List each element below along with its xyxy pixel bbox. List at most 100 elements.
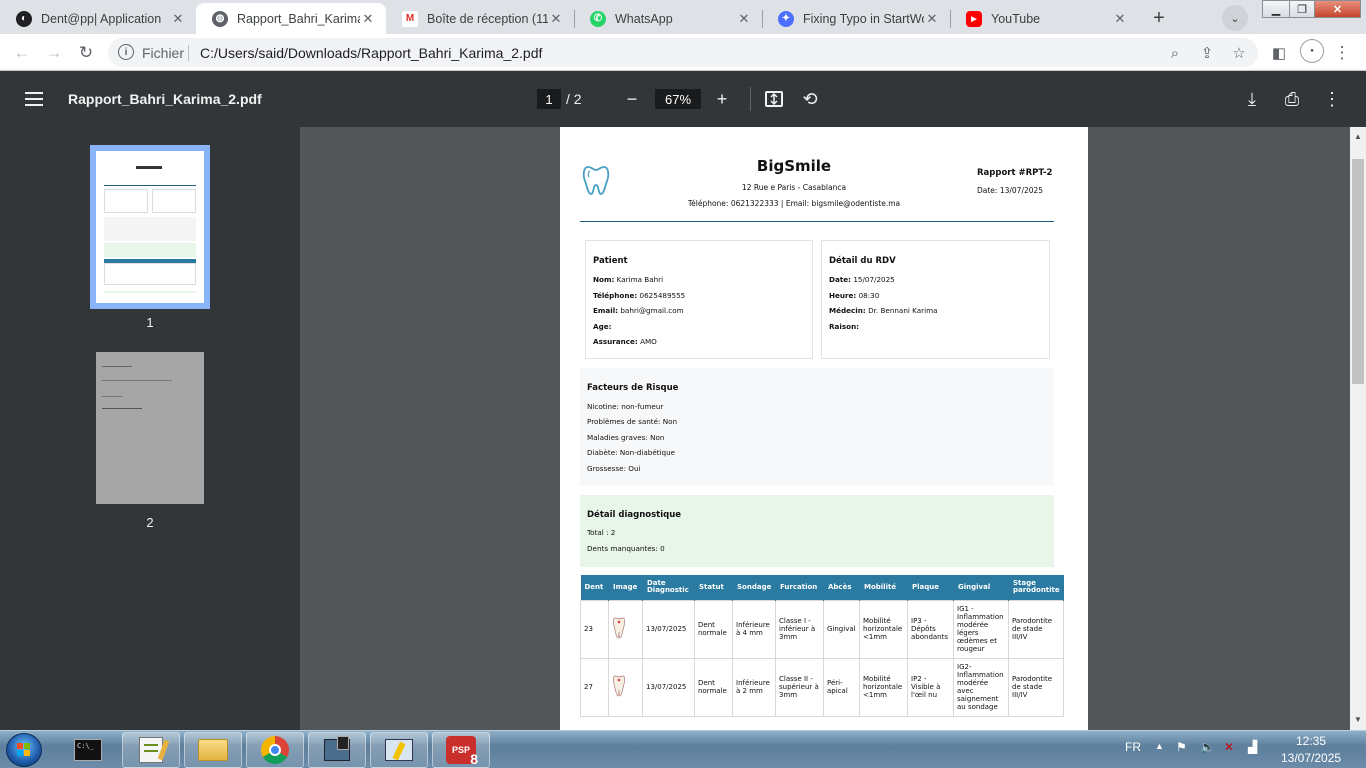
tab-gmail[interactable]: M Boîte de réception (114 ✕ — [386, 3, 574, 34]
clinic-contact: Téléphone: 0621322333 | Email: bigsmile@… — [687, 199, 901, 208]
side-panel-icon[interactable]: ◧ — [1267, 41, 1291, 65]
column-header: Abcès — [823, 575, 860, 600]
url-scheme-label: Fichier — [142, 45, 185, 61]
header-divider — [580, 221, 1054, 222]
thumbnail-sidebar: 1 2 — [0, 127, 300, 730]
appointment-card: Détail du RDV Date: 15/07/2025 Heure: 08… — [821, 240, 1050, 359]
close-icon[interactable]: ✕ — [170, 11, 186, 27]
gmail-icon: M — [402, 10, 418, 27]
notepad-plus-icon[interactable] — [122, 732, 180, 768]
reload-icon[interactable]: ↻ — [74, 41, 98, 65]
network-disconnected-icon[interactable]: ✕ — [1224, 740, 1234, 754]
cell-mobility: Mobilité horizontale <1mm — [859, 657, 908, 717]
panel-title: Détail diagnostique — [587, 510, 682, 520]
diagnostic-table: Dent Image Date Diagnostic Statut Sondag… — [580, 575, 1064, 717]
cell-furcation: Classe II - supérieur à 3mm — [775, 657, 824, 717]
file-explorer-icon[interactable] — [184, 732, 242, 768]
fit-page-icon[interactable] — [762, 87, 786, 111]
remote-connection-icon[interactable] — [370, 732, 428, 768]
column-header: Statut — [694, 575, 733, 600]
column-header: Mobilité — [859, 575, 908, 600]
more-options-icon[interactable]: ⋮ — [1320, 87, 1344, 111]
diagnostic-panel: Détail diagnostique Total : 2 Dents manq… — [580, 495, 1054, 567]
download-icon[interactable]: ⤓ — [1240, 87, 1264, 111]
cell-probing: Inférieure à 4 mm — [732, 599, 776, 659]
address-bar[interactable]: i Fichier C:/Users/said/Downloads/Rappor… — [108, 38, 1258, 67]
cell-probing: Inférieure à 2 mm — [732, 657, 776, 717]
cell-dent: 27 — [580, 657, 609, 717]
hamburger-menu-icon[interactable] — [22, 87, 46, 111]
forward-icon[interactable]: → — [42, 41, 66, 65]
column-header: Date Diagnostic — [642, 575, 695, 600]
new-tab-button[interactable]: + — [1146, 5, 1172, 31]
volume-icon[interactable]: 🔈 — [1200, 740, 1215, 754]
chrome-icon[interactable] — [246, 732, 304, 768]
card-title: Détail du RDV — [829, 256, 896, 266]
tab-whatsapp[interactable]: ✆ WhatsApp ✕ — [574, 3, 762, 34]
scroll-up-icon[interactable]: ▲ — [1350, 129, 1366, 143]
bookmark-star-icon[interactable]: ☆ — [1230, 44, 1248, 62]
omnibox-divider — [188, 45, 189, 61]
pdf-viewport: BigSmile 12 Rue e Paris - Casablanca Tél… — [300, 127, 1350, 730]
url-text[interactable]: C:/Users/said/Downloads/Rapport_Bahri_Ka… — [200, 45, 542, 61]
cmd-icon[interactable]: C:\_ — [68, 735, 108, 765]
zoom-input[interactable]: 67% — [655, 89, 701, 109]
network-tool-icon[interactable] — [308, 732, 366, 768]
column-header: Furcation — [775, 575, 824, 600]
language-indicator[interactable]: FR — [1125, 740, 1141, 754]
risk-factors-panel: Facteurs de Risque Nicotine: non-fumeur … — [580, 368, 1054, 486]
avatar[interactable]: ● — [1300, 39, 1324, 63]
page-thumbnail-1[interactable] — [96, 151, 204, 303]
close-icon[interactable]: ✕ — [548, 11, 564, 27]
close-icon[interactable]: ✕ — [736, 11, 752, 27]
scrollbar-thumb[interactable] — [1352, 159, 1364, 384]
zoom-out-icon[interactable]: − — [620, 87, 644, 111]
close-window-button[interactable]: ✕ — [1314, 0, 1361, 18]
page-number-input[interactable]: 1 — [537, 89, 561, 109]
rdv-date-field: Date: 15/07/2025 — [829, 275, 895, 284]
maximize-button[interactable]: ❐ — [1289, 0, 1315, 18]
start-button[interactable] — [6, 733, 42, 767]
toolbar-divider — [750, 87, 751, 111]
column-header: Stage parodontite — [1008, 575, 1064, 600]
action-center-icon[interactable]: ⚑ — [1176, 740, 1187, 754]
print-icon[interactable]: ⎙ — [1280, 87, 1304, 111]
close-icon[interactable]: ✕ — [1112, 11, 1128, 27]
cell-date: 13/07/2025 — [642, 599, 695, 659]
menu-kebab-icon[interactable]: ⋮ — [1330, 41, 1354, 65]
close-icon[interactable]: ✕ — [360, 11, 376, 27]
scroll-down-icon[interactable]: ▼ — [1350, 712, 1366, 726]
clock-time[interactable]: 12:35 — [1296, 734, 1326, 748]
page-thumbnail-2[interactable] — [96, 352, 204, 504]
tab-rapport[interactable]: ◍ Rapport_Bahri_Karima_2 ✕ — [196, 3, 386, 34]
vertical-scrollbar[interactable]: ▲ ▼ — [1350, 127, 1366, 730]
tab-dentapp[interactable]: ◐ Dent@pp| Application ✕ — [0, 3, 196, 34]
cell-date: 13/07/2025 — [642, 657, 695, 717]
cell-stage: Parodontite de stade III/IV — [1008, 657, 1064, 717]
pdf-page: BigSmile 12 Rue e Paris - Casablanca Tél… — [560, 127, 1088, 730]
psp-icon[interactable]: PSP 8 — [432, 732, 490, 768]
zoom-in-icon[interactable]: + — [710, 87, 734, 111]
tab-fixing-typo[interactable]: ✦ Fixing Typo in StartWor ✕ — [762, 3, 950, 34]
cell-dent: 23 — [580, 599, 609, 659]
signal-icon[interactable]: ▟ — [1248, 740, 1257, 754]
cell-plaque: IP2 - Visible à l'œil nu — [907, 657, 954, 717]
close-icon[interactable]: ✕ — [924, 11, 940, 27]
clock-date[interactable]: 13/07/2025 — [1281, 751, 1341, 765]
diagnostic-line: Total : 2 — [587, 528, 616, 537]
back-icon[interactable]: ← — [10, 41, 34, 65]
info-icon[interactable]: i — [118, 44, 134, 60]
risk-line: Diabète: Non-diabétique — [587, 448, 676, 457]
rotate-icon[interactable]: ⟲ — [798, 87, 822, 111]
cell-status: Dent normale — [694, 657, 733, 717]
tab-youtube[interactable]: ▶ YouTube ✕ — [950, 3, 1138, 34]
cell-gingival: IG2- Inflammation modérée avec saignemen… — [953, 657, 1009, 717]
zoom-search-icon[interactable]: ⌕ — [1166, 44, 1184, 62]
tab-title: Rapport_Bahri_Karima_2 — [237, 11, 360, 26]
minimize-button[interactable]: ▁ — [1262, 0, 1290, 18]
tab-search-button[interactable]: ⌄ — [1222, 5, 1248, 31]
card-title: Patient — [593, 256, 628, 266]
pdf-toolbar: Rapport_Bahri_Karima_2.pdf 1 / 2 − 67% +… — [0, 71, 1366, 127]
show-hidden-icons-icon[interactable]: ▲ — [1155, 741, 1164, 751]
share-icon[interactable]: ⇪ — [1198, 44, 1216, 62]
